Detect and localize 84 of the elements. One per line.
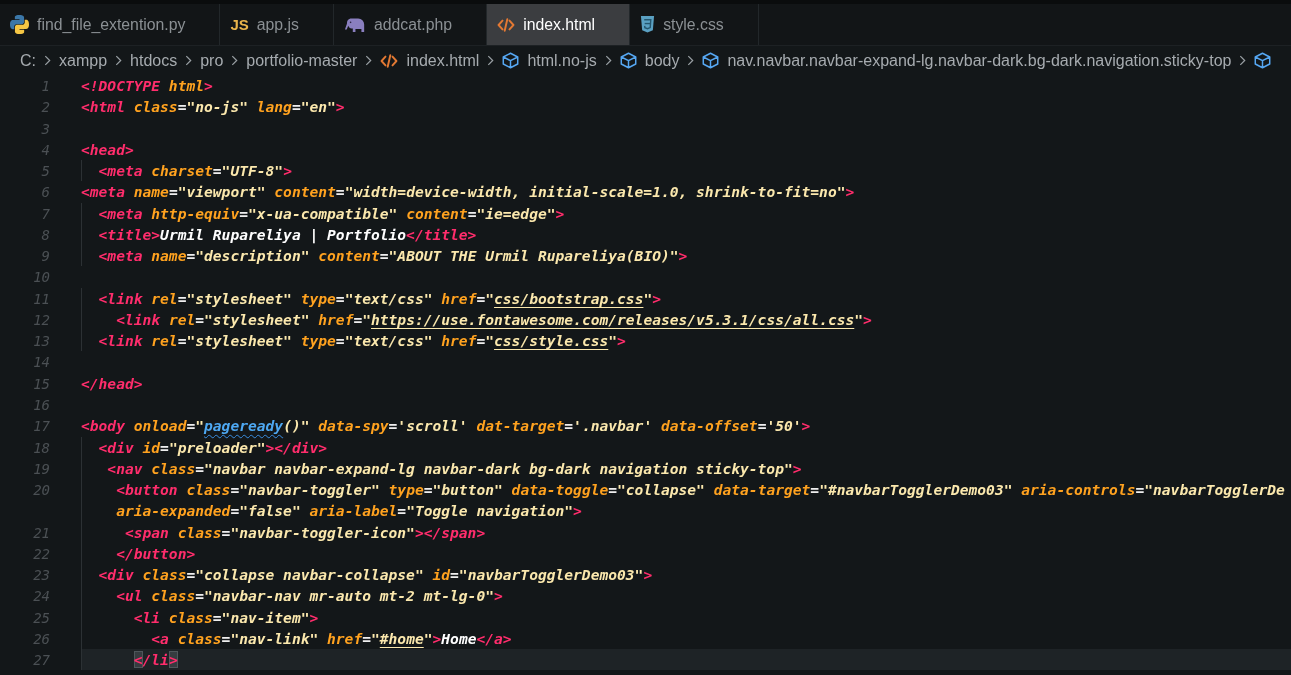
code-line: <div id="preloader"></div> — [98, 437, 328, 458]
line-number: 17 — [33, 418, 50, 435]
line-number: 9 — [41, 248, 50, 265]
code-line: <body onload="pageready()" data-spy='scroll' dat-target='.navbar' data-offset='50'> — [81, 416, 811, 437]
code-line: <!DOCTYPE html> — [81, 76, 213, 96]
editor-tab[interactable]: find_file_extention.py — [0, 4, 221, 45]
code-line: <meta name="viewport" content="width=device-width, initial-scale=1.0, shrink-to-fit=no"> — [81, 182, 855, 203]
breadcrumb-item[interactable]: xampp — [59, 51, 108, 70]
code-line: </button> — [116, 543, 196, 564]
chevron-icon — [44, 55, 51, 66]
cube-icon — [502, 52, 520, 69]
line-number: 16 — [33, 397, 50, 413]
code-line: <div class="collapse navbar-collapse" id="navbarTogglerDemo03"> — [98, 565, 653, 586]
line-number: 3 — [41, 120, 50, 137]
editor-tab[interactable]: JS app.js — [220, 4, 334, 45]
chevron-icon — [1239, 55, 1247, 66]
chevron-icon — [487, 55, 495, 66]
cube-icon — [702, 52, 720, 69]
breadcrumb-item[interactable] — [1254, 52, 1272, 69]
code-line: <li class="nav-item"> — [133, 607, 319, 628]
line-number: 14 — [33, 354, 50, 371]
line-number: 4 — [41, 141, 50, 158]
code-line: <link rel="stylesheet" type="text/css" href="css/bootstrap.css"> — [98, 288, 661, 309]
line-number: 13 — [33, 333, 50, 350]
line-number: 6 — [41, 184, 50, 201]
chevron-icon — [365, 55, 373, 66]
code-line: aria-expanded="false" aria-label="Toggle navigation"> — [116, 501, 582, 522]
code-line: </head> — [81, 373, 143, 394]
line-number: 23 — [33, 567, 50, 584]
line-number: 10 — [33, 269, 50, 286]
breadcrumb-item[interactable]: html.no-js — [502, 51, 597, 70]
elephant-icon — [343, 16, 366, 33]
chevron-icon — [231, 55, 239, 66]
line-number: 27 — [33, 652, 50, 669]
code-line: <link rel="stylesheet" href="https://use.fontawesome.com/releases/v5.3.1/css/all.css"> — [116, 309, 872, 330]
python-icon — [10, 15, 29, 34]
code-line: <meta charset="UTF-8"> — [98, 161, 292, 182]
code-brackets-icon — [380, 53, 399, 68]
code-line: <nav class="navbar navbar-expand-lg navbar-dark bg-dark navigation sticky-top"> — [107, 458, 802, 479]
chevron-icon — [115, 55, 123, 66]
code-line: <button class="navbar-toggler" type="button" data-toggle="collapse" data-target="#navbarTogglerDemo03" aria-controls="navbarTogglerDe — [116, 480, 1285, 501]
js-icon: JS — [230, 16, 249, 33]
cube-icon — [1254, 52, 1272, 69]
line-number: 15 — [33, 375, 50, 392]
line-number: 18 — [33, 439, 50, 456]
line-number: 7 — [41, 205, 50, 222]
code-line: </li> — [133, 650, 178, 671]
line-number: 26 — [33, 630, 50, 647]
breadcrumb-item[interactable]: C: — [20, 51, 36, 70]
code-line: <a class="nav-link" href="#home">Home</a> — [151, 628, 512, 649]
line-number: 20 — [33, 482, 50, 499]
line-number: 2 — [41, 99, 50, 116]
line-number: 12 — [33, 311, 50, 328]
line-number: 24 — [33, 588, 50, 605]
code-line: <meta http-equiv="x-ua-compatible" content="ie=edge"> — [98, 203, 565, 224]
breadcrumb-item[interactable]: index.html — [380, 51, 480, 70]
breadcrumb-item[interactable]: portfolio-master — [246, 51, 358, 70]
shield-icon — [640, 16, 656, 33]
code-line: <head> — [81, 139, 134, 160]
code-line: <html class="no-js" lang="en"> — [81, 97, 345, 118]
cube-icon — [619, 52, 637, 69]
line-number: 5 — [41, 163, 50, 180]
editor-tab[interactable]: style.css — [630, 4, 759, 45]
line-number: 22 — [33, 545, 50, 562]
line-number: 11 — [33, 290, 50, 307]
code-line: <title>Urmil Rupareliya | Portfolio</title> — [98, 224, 477, 246]
line-number: 19 — [33, 460, 50, 477]
breadcrumb-item[interactable]: nav.navbar.navbar-expand-lg.navbar-dark.bg-dark.navigation.sticky-top — [702, 51, 1232, 70]
code-line: <span class="navbar-toggler-icon"></span> — [124, 522, 486, 543]
line-number: 8 — [41, 226, 50, 243]
code-line: <meta name="description" content="ABOUT THE Urmil Rupareliya(BIO)"> — [98, 246, 688, 267]
chevron-icon — [185, 55, 193, 66]
editor-tab[interactable]: index.html — [487, 4, 631, 45]
breadcrumb-item[interactable]: pro — [200, 51, 224, 70]
code-line: <ul class="navbar-nav mr-auto mt-2 mt-lg-0"> — [116, 586, 503, 607]
code-line: <link rel="stylesheet" type="text/css" href="css/style.css"> — [98, 331, 626, 352]
breadcrumb-item[interactable]: body — [619, 51, 680, 70]
line-number: 1 — [41, 78, 50, 94]
chevron-icon — [604, 55, 612, 66]
code-brackets-icon — [497, 17, 516, 32]
chevron-icon — [687, 55, 695, 66]
line-number: 21 — [33, 524, 50, 541]
breadcrumb-item[interactable]: htdocs — [130, 51, 178, 70]
line-number: 25 — [33, 609, 50, 626]
